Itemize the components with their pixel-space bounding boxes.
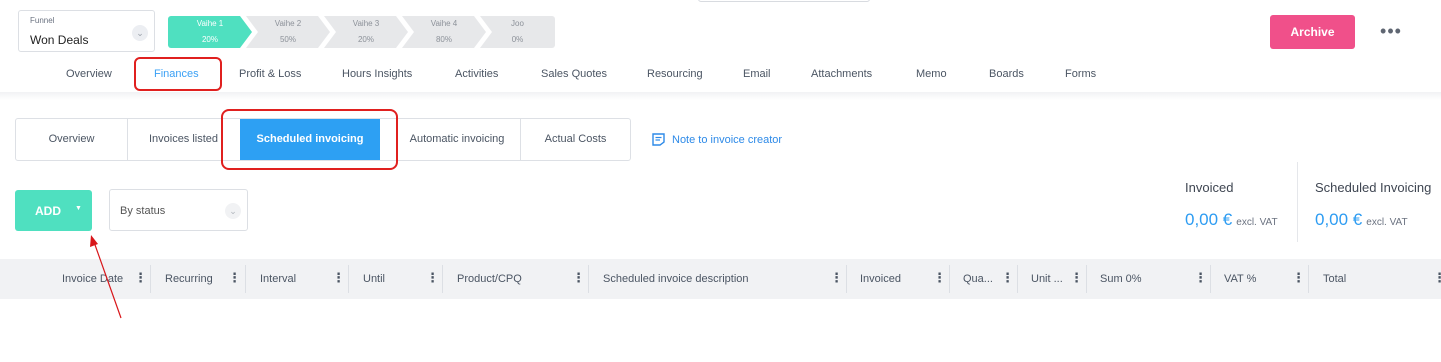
stage-name: Vaihe 2 (274, 19, 302, 28)
column-menu-icon[interactable]: ⋮ (1194, 271, 1207, 285)
column-invoice-date[interactable]: Invoice Date ⋮ (0, 259, 150, 299)
add-button-label: ADD (35, 204, 61, 218)
stage-percent: 80% (435, 35, 452, 44)
funnel-value: Won Deals (30, 33, 89, 47)
highlight-scheduled-invoicing (221, 109, 398, 170)
column-menu-icon[interactable]: ⋮ (933, 271, 946, 285)
tab-profit-loss[interactable]: Profit & Loss (239, 68, 301, 80)
column-menu-icon[interactable]: ⋮ (1433, 271, 1441, 285)
stage-4[interactable]: Vaihe 4 80% (402, 16, 486, 48)
chevron-down-icon: ⌄ (132, 25, 148, 41)
column-product-cpq[interactable]: Product/CPQ ⋮ (442, 259, 588, 299)
column-menu-icon[interactable]: ⋮ (134, 271, 147, 285)
column-interval[interactable]: Interval ⋮ (245, 259, 348, 299)
column-label: Unit ... (1031, 273, 1063, 285)
column-sum[interactable]: Sum 0% ⋮ (1086, 259, 1210, 299)
column-until[interactable]: Until ⋮ (348, 259, 442, 299)
column-label: Scheduled invoice description (603, 273, 749, 285)
scheduled-label: Scheduled Invoicing (1315, 180, 1432, 195)
column-label: Product/CPQ (457, 273, 522, 285)
scheduled-summary: Scheduled Invoicing 0,00 € excl. VAT (1315, 180, 1432, 229)
top-search-input[interactable] (698, 0, 870, 2)
caret-down-icon[interactable]: ▼ (75, 205, 82, 212)
column-label: VAT % (1224, 273, 1257, 285)
note-icon (652, 133, 665, 146)
column-menu-icon[interactable]: ⋮ (572, 271, 585, 285)
stage-name: Vaihe 3 (352, 19, 380, 28)
subtab-overview[interactable]: Overview (16, 119, 127, 160)
stage-5[interactable]: Joo 0% (480, 16, 555, 48)
column-menu-icon[interactable]: ⋮ (830, 271, 843, 285)
header-shadow (0, 92, 1441, 100)
table-header: Invoice Date ⋮ Recurring ⋮ Interval ⋮ Un… (0, 259, 1441, 299)
stage-percent: 50% (279, 35, 296, 44)
stage-progress: Vaihe 1 20% Vaihe 2 50% Vaihe 3 20% Vaih… (168, 16, 555, 48)
column-menu-icon[interactable]: ⋮ (1070, 271, 1083, 285)
archive-button[interactable]: Archive (1270, 15, 1355, 49)
summary-divider (1297, 162, 1298, 242)
column-label: Sum 0% (1100, 273, 1142, 285)
funnel-select[interactable]: Funnel Won Deals ⌄ (18, 10, 155, 52)
stage-2[interactable]: Vaihe 2 50% (246, 16, 330, 48)
stage-1[interactable]: Vaihe 1 20% (168, 16, 252, 48)
invoiced-amount-row: 0,00 € excl. VAT (1185, 210, 1278, 230)
funnel-label: Funnel (30, 16, 55, 25)
stage-name: Vaihe 1 (196, 19, 224, 28)
stage-name: Vaihe 4 (430, 19, 458, 28)
column-label: Invoice Date (62, 273, 124, 285)
invoiced-amount: 0,00 € (1185, 210, 1233, 229)
invoiced-summary: Invoiced 0,00 € excl. VAT (1185, 180, 1278, 229)
status-filter-label: By status (120, 205, 166, 217)
stage-percent: 20% (357, 35, 374, 44)
column-label: Interval (260, 273, 297, 285)
stage-name: Joo (511, 19, 524, 28)
stage-percent: 0% (511, 35, 524, 44)
stage-3[interactable]: Vaihe 3 20% (324, 16, 408, 48)
column-unit[interactable]: Unit ... ⋮ (1017, 259, 1086, 299)
more-dots-icon[interactable]: ••• (1378, 22, 1404, 42)
chevron-down-icon: ⌄ (225, 203, 241, 219)
column-label: Total (1323, 273, 1347, 285)
tab-forms[interactable]: Forms (1065, 68, 1096, 80)
subtab-automatic-invoicing[interactable]: Automatic invoicing (394, 119, 520, 160)
column-label: Invoiced (860, 273, 901, 285)
status-filter-select[interactable]: By status ⌄ (109, 189, 248, 231)
scheduled-vat-note: excl. VAT (1366, 217, 1408, 228)
invoiced-label: Invoiced (1185, 180, 1234, 195)
column-menu-icon[interactable]: ⋮ (1001, 271, 1014, 285)
invoiced-vat-note: excl. VAT (1236, 217, 1278, 228)
column-menu-icon[interactable]: ⋮ (228, 271, 241, 285)
tab-email[interactable]: Email (743, 68, 771, 80)
add-button[interactable]: ADD ▼ (15, 190, 92, 231)
tab-memo[interactable]: Memo (916, 68, 947, 80)
column-menu-icon[interactable]: ⋮ (1292, 271, 1305, 285)
column-label: Qua... (963, 273, 993, 285)
note-link-label: Note to invoice creator (672, 134, 783, 146)
column-label: Until (363, 273, 386, 285)
stage-percent: 20% (201, 35, 218, 44)
tab-resourcing[interactable]: Resourcing (647, 68, 703, 80)
column-invoiced[interactable]: Invoiced ⋮ (846, 259, 949, 299)
column-quantity[interactable]: Qua... ⋮ (949, 259, 1017, 299)
column-label: Recurring (165, 273, 213, 285)
highlight-finances-tab (134, 57, 222, 91)
subtab-actual-costs[interactable]: Actual Costs (521, 119, 630, 160)
column-vat[interactable]: VAT % ⋮ (1210, 259, 1308, 299)
tab-hours-insights[interactable]: Hours Insights (342, 68, 412, 80)
tab-activities[interactable]: Activities (455, 68, 498, 80)
column-menu-icon[interactable]: ⋮ (426, 271, 439, 285)
column-menu-icon[interactable]: ⋮ (332, 271, 345, 285)
column-description[interactable]: Scheduled invoice description ⋮ (588, 259, 846, 299)
tab-attachments[interactable]: Attachments (811, 68, 872, 80)
column-total[interactable]: Total ⋮ (1308, 259, 1441, 299)
tab-sales-quotes[interactable]: Sales Quotes (541, 68, 607, 80)
scheduled-amount: 0,00 € (1315, 210, 1363, 229)
column-recurring[interactable]: Recurring ⋮ (150, 259, 245, 299)
scheduled-amount-row: 0,00 € excl. VAT (1315, 210, 1408, 230)
tab-boards[interactable]: Boards (989, 68, 1024, 80)
tab-overview[interactable]: Overview (66, 68, 112, 80)
